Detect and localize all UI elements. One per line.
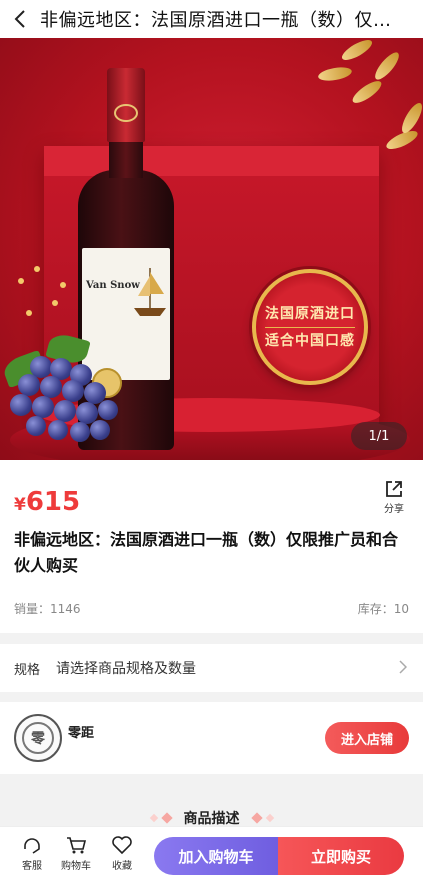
gold-berry	[34, 266, 40, 272]
image-pager: 1/1	[351, 422, 407, 450]
ship-icon	[134, 268, 166, 316]
diamond-decoration	[160, 812, 173, 824]
grape	[90, 420, 110, 440]
page-title: 非偏远地区：法国原酒进口一瓶（数）仅限推广员和合伙人购买	[40, 10, 400, 31]
price-value: 615	[25, 487, 81, 517]
grape	[18, 374, 40, 396]
gold-leaf	[349, 77, 385, 107]
product-price: ¥615	[14, 487, 80, 517]
shop-card: 零 零距 进入店铺	[0, 702, 423, 774]
grape	[54, 400, 76, 422]
grape	[10, 394, 32, 416]
diamond-decoration	[149, 813, 158, 823]
cap-logo	[114, 104, 138, 122]
service-label: 客服	[22, 861, 42, 872]
gold-berry	[60, 282, 66, 288]
shop-logo-mark: 零	[22, 722, 54, 754]
favorite-label: 收藏	[112, 861, 132, 872]
grape	[98, 400, 118, 420]
grape	[40, 376, 62, 398]
customer-service-button[interactable]: 客服	[12, 835, 52, 872]
gold-leaf	[371, 49, 403, 83]
currency-symbol: ¥	[14, 495, 26, 515]
diamond-decoration	[265, 813, 274, 823]
enter-shop-button[interactable]: 进入店铺	[325, 722, 409, 754]
grape	[26, 416, 46, 436]
heart-icon	[112, 836, 132, 855]
shop-name: 零距	[68, 726, 95, 741]
bottom-action-bar: 客服 购物车 收藏 加入购物车 立即购买	[0, 826, 423, 878]
stock-count: 库存：10	[357, 602, 409, 616]
sales-count: 销量：1146	[14, 602, 81, 616]
top-nav-bar: 非偏远地区：法国原酒进口一瓶（数）仅限推广员和合伙人购买	[0, 0, 423, 38]
add-to-cart-button[interactable]: 加入购物车	[154, 837, 278, 875]
grape	[48, 420, 68, 440]
product-image-carousel[interactable]: Van Snow 法国原酒进口 适合中国口感	[0, 38, 423, 460]
share-button[interactable]: 分享	[379, 479, 409, 515]
gold-leaf	[317, 65, 353, 83]
cart-icon	[67, 837, 87, 854]
cart-button[interactable]: 购物车	[56, 835, 96, 872]
buy-now-button[interactable]: 立即购买	[278, 837, 404, 875]
gold-leaf	[339, 38, 375, 64]
shop-logo[interactable]: 零	[14, 714, 62, 762]
cart-label: 购物车	[61, 861, 91, 872]
description-title: 商品描述	[183, 811, 240, 827]
share-label: 分享	[384, 504, 404, 515]
gold-berry	[52, 300, 58, 306]
back-button[interactable]	[0, 0, 40, 38]
spec-label: 规格	[14, 662, 41, 678]
chevron-right-icon	[399, 660, 407, 674]
badge-line-1: 法国原酒进口	[265, 305, 355, 322]
grape	[62, 380, 84, 402]
spec-selector[interactable]: 规格 请选择商品规格及数量	[0, 644, 423, 692]
grape	[32, 396, 54, 418]
chevron-left-icon	[14, 10, 25, 28]
grape	[70, 422, 90, 442]
share-icon	[386, 481, 402, 497]
badge-line-2: 适合中国口感	[265, 332, 355, 349]
product-title: 非偏远地区：法国原酒进口一瓶（数）仅限推广员和合伙人购买	[14, 530, 399, 575]
gold-berry	[18, 278, 24, 284]
headset-icon	[24, 838, 40, 854]
promo-badge: 法国原酒进口 适合中国口感	[252, 269, 368, 385]
spec-placeholder: 请选择商品规格及数量	[56, 661, 197, 677]
favorite-button[interactable]: 收藏	[102, 835, 142, 872]
diamond-decoration	[250, 812, 263, 824]
gold-berry	[26, 310, 32, 316]
description-heading: 商品描述	[0, 808, 423, 828]
